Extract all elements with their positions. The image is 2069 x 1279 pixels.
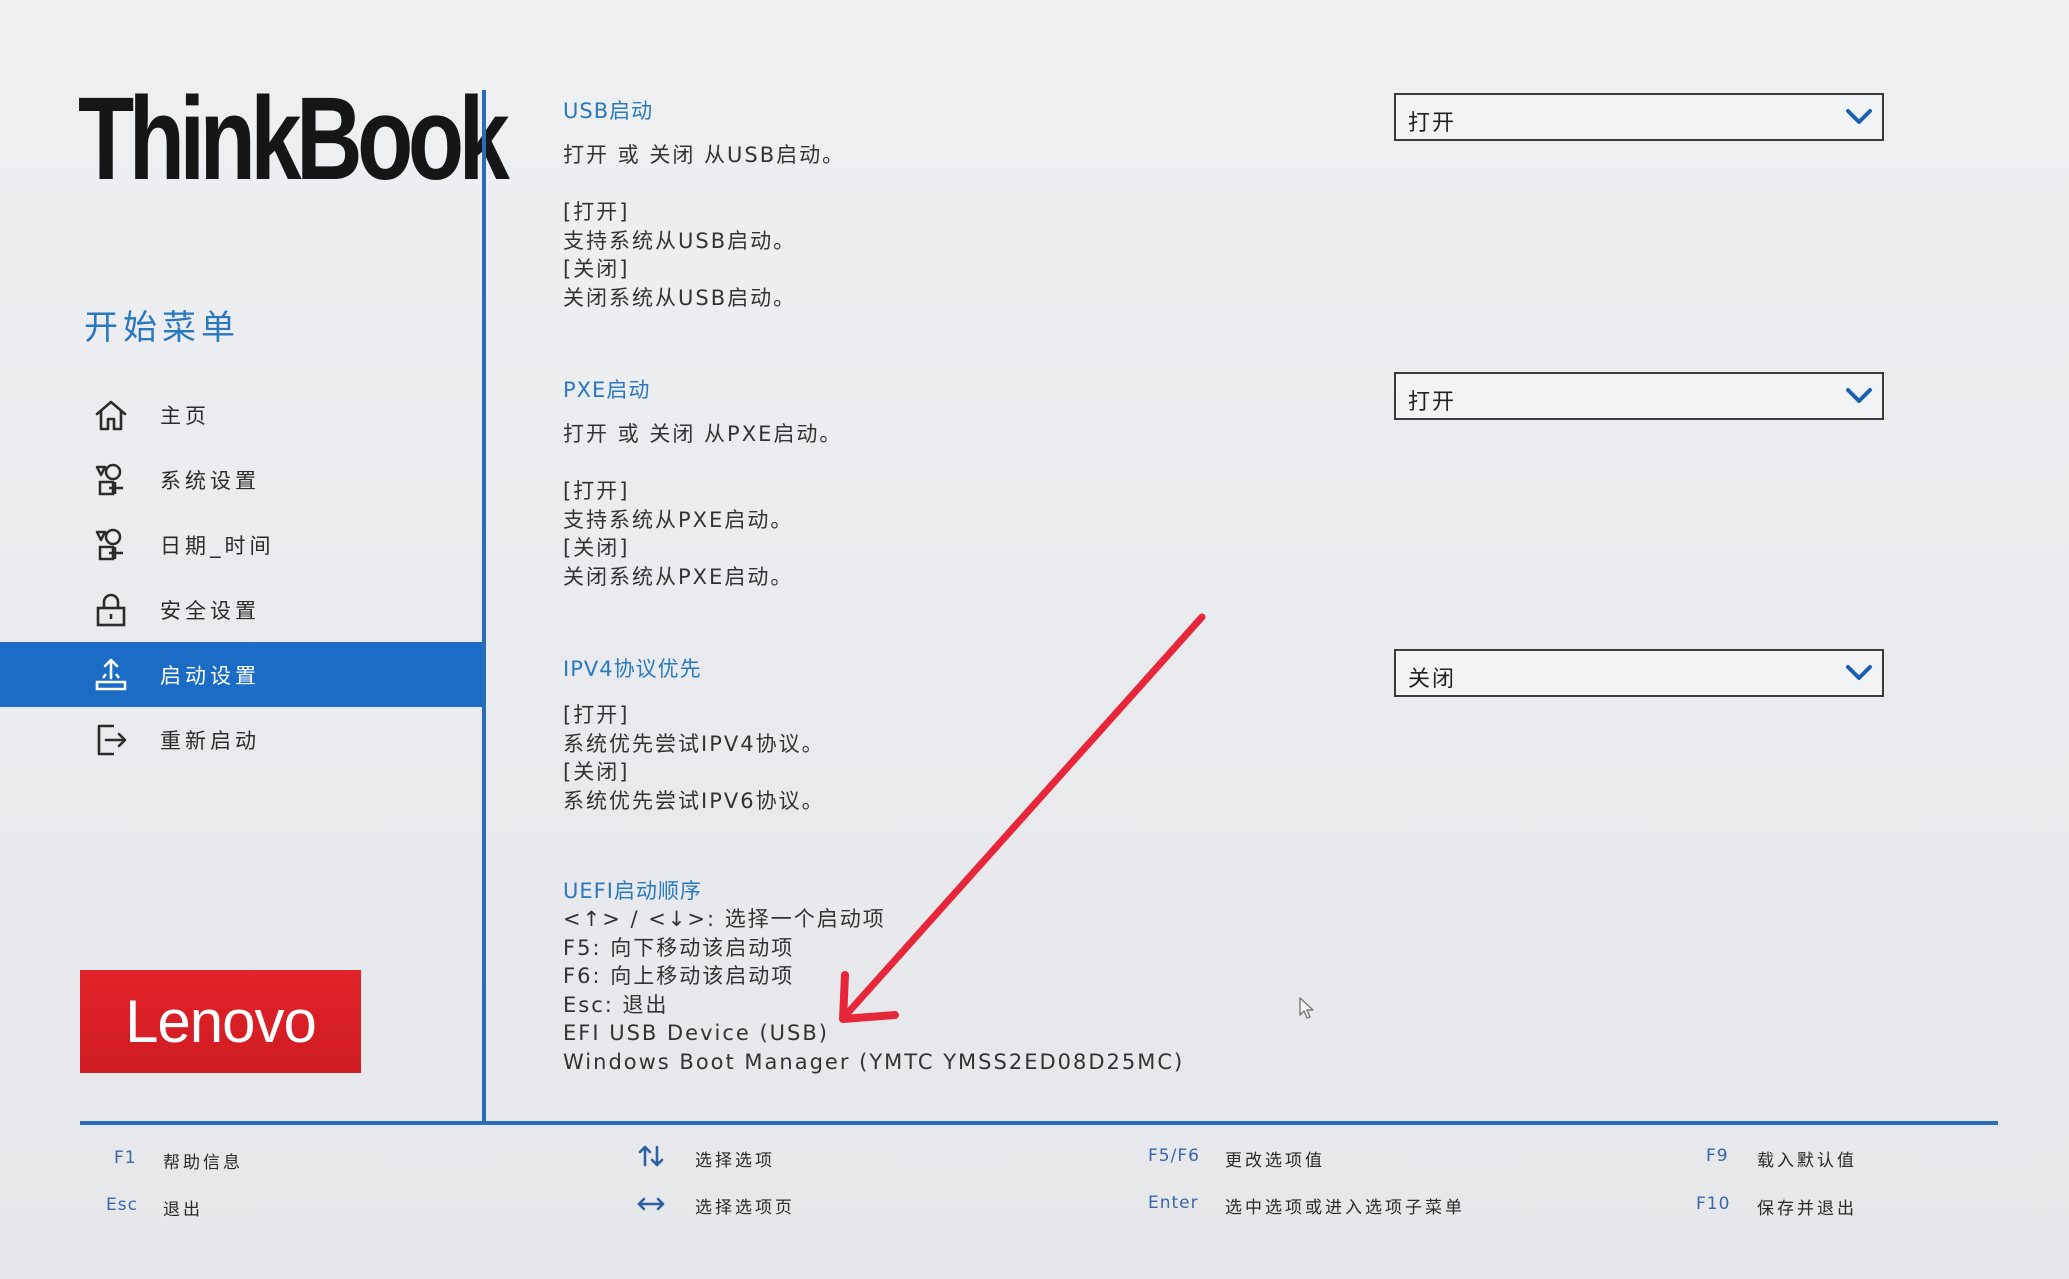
key-f9-desc: 载入默认值 (1757, 1151, 1857, 1171)
pxe-boot-select[interactable]: 打开 (1394, 372, 1884, 420)
sidebar-item-label: 日期_时间 (160, 533, 275, 558)
setting-title: UEFI启动顺序 (563, 879, 702, 903)
sidebar: ThinkBook 开始菜单 主页 系统设置 日期_时间 安全设置 启动设置 重… (0, 0, 510, 1120)
lenovo-logo: Lenovo (80, 970, 361, 1073)
setting-description: [打开] 系统优先尝试IPV4协议。 [关闭] 系统优先尝试IPV6协议。 (563, 703, 825, 813)
vertical-divider (482, 90, 486, 1123)
sidebar-item-home[interactable]: 主页 (0, 382, 482, 447)
setting-description: 打开 或 关闭 从USB启动。 [打开] 支持系统从USB启动。 [关闭] 关闭… (563, 143, 846, 310)
menu-title: 开始菜单 (84, 308, 240, 348)
key-f5f6-desc: 更改选项值 (1225, 1151, 1325, 1171)
sidebar-item-boot[interactable]: 启动设置 (0, 642, 482, 707)
sidebar-item-security[interactable]: 安全设置 (0, 577, 482, 642)
setting-uefi-boot-order: UEFI启动顺序 <↑> / <↓>: 选择一个启动项 F5: 向下移动该启动项… (563, 875, 2003, 1076)
footer-help-bar: F1 帮助信息 Esc 退出 选择选项 选择选项页 F5/F6 更改选项值 En… (0, 1130, 2069, 1270)
setting-ipv4-priority: IPV4协议优先 [打开] 系统优先尝试IPV4协议。 [关闭] 系统优先尝试I… (563, 649, 2003, 815)
bios-screen: ThinkBook 开始菜单 主页 系统设置 日期_时间 安全设置 启动设置 重… (0, 0, 2069, 1279)
sidebar-item-date-time[interactable]: 日期_时间 (0, 512, 482, 577)
sidebar-item-system-settings[interactable]: 系统设置 (0, 447, 482, 512)
key-esc: Esc (106, 1195, 138, 1215)
shapes-icon (92, 526, 130, 564)
boot-icon (92, 656, 130, 694)
key-f10-desc: 保存并退出 (1757, 1199, 1857, 1219)
sidebar-nav: 主页 系统设置 日期_时间 安全设置 启动设置 重新启动 (0, 382, 482, 772)
key-f5f6: F5/F6 (1148, 1146, 1200, 1166)
sidebar-item-label: 系统设置 (160, 468, 260, 493)
setting-pxe-boot: PXE启动 打开 或 关闭 从PXE启动。 [打开] 支持系统从PXE启动。 [… (563, 372, 2003, 591)
sidebar-item-label: 安全设置 (160, 598, 260, 623)
key-enter-desc: 选中选项或进入选项子菜单 (1225, 1198, 1465, 1218)
exit-icon (92, 721, 130, 759)
setting-description: 打开 或 关闭 从PXE启动。 [打开] 支持系统从PXE启动。 [关闭] 关闭… (563, 422, 843, 589)
shapes-icon (92, 461, 130, 499)
lock-icon (92, 591, 130, 629)
key-esc-desc: 退出 (163, 1200, 203, 1220)
boot-order-list[interactable]: <↑> / <↓>: 选择一个启动项 F5: 向下移动该启动项 F6: 向上移动… (563, 905, 2003, 1076)
select-value: 关闭 (1408, 667, 1457, 692)
horizontal-divider (80, 1121, 1998, 1125)
lenovo-logo-text: Lenovo (125, 988, 317, 1055)
home-icon (92, 396, 130, 434)
key-f9: F9 (1706, 1146, 1729, 1166)
sidebar-item-label: 重新启动 (160, 728, 260, 753)
select-value: 打开 (1408, 111, 1457, 136)
key-leftright-desc: 选择选项页 (695, 1198, 795, 1218)
usb-boot-select[interactable]: 打开 (1394, 93, 1884, 141)
key-enter: Enter (1148, 1193, 1199, 1213)
chevron-down-icon (1844, 105, 1874, 129)
key-f10: F10 (1696, 1194, 1731, 1214)
key-f1: F1 (114, 1148, 137, 1168)
brand-logo-text: ThinkBook (78, 73, 510, 205)
sidebar-item-restart[interactable]: 重新启动 (0, 707, 482, 772)
ipv4-priority-select[interactable]: 关闭 (1394, 649, 1884, 697)
chevron-down-icon (1844, 384, 1874, 408)
sidebar-item-label: 启动设置 (160, 663, 260, 688)
sidebar-item-label: 主页 (160, 403, 210, 428)
setting-usb-boot: USB启动 打开 或 关闭 从USB启动。 [打开] 支持系统从USB启动。 [… (563, 93, 2003, 312)
chevron-down-icon (1844, 661, 1874, 685)
select-value: 打开 (1408, 390, 1457, 415)
left-right-arrows-icon (636, 1192, 666, 1216)
mouse-cursor-icon (1298, 996, 1316, 1020)
key-f1-desc: 帮助信息 (163, 1153, 243, 1173)
up-down-arrows-icon (636, 1144, 666, 1168)
key-updown-desc: 选择选项 (695, 1151, 775, 1171)
